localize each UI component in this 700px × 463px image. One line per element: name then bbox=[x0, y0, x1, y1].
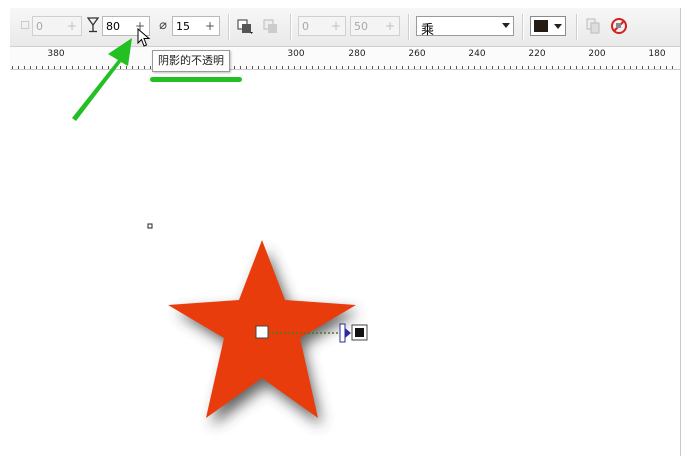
shadow-end-color bbox=[355, 328, 364, 337]
selection-handle[interactable] bbox=[147, 223, 153, 229]
green-arrow-annotation bbox=[72, 38, 132, 121]
corel-window: ☐ 0 + 80 + ⌀ 15 + 0 + 50 + 乘 380 300 280… bbox=[10, 8, 681, 456]
mouse-cursor-icon bbox=[137, 28, 151, 47]
shadow-start-handle[interactable] bbox=[255, 325, 269, 339]
slider-arrow-icon bbox=[345, 328, 351, 338]
opacity-slider-handle[interactable] bbox=[339, 323, 346, 343]
